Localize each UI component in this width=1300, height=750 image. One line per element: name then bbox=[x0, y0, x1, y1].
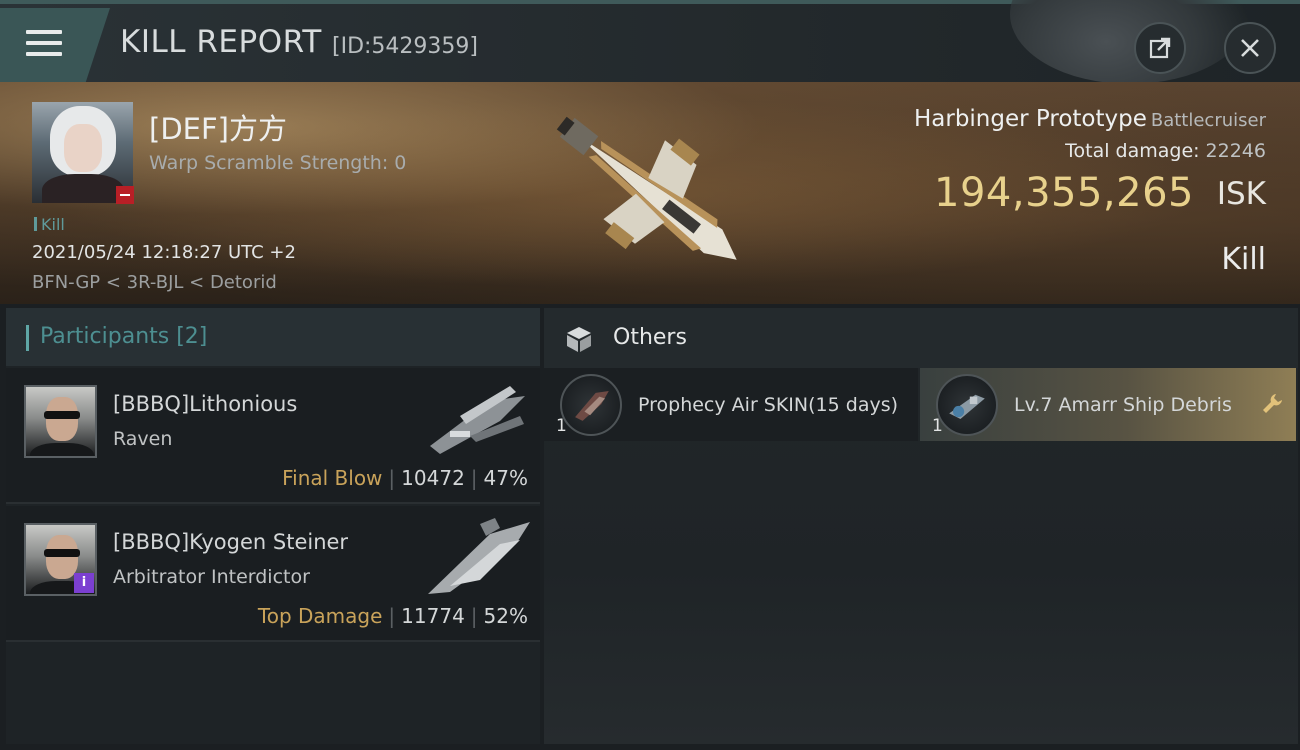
menu-button[interactable] bbox=[0, 8, 110, 82]
page-title: KILL REPORT bbox=[120, 24, 322, 60]
info-badge: i bbox=[74, 573, 94, 593]
participants-panel: Participants [2] [BBBQ]Lithonious Raven … bbox=[6, 308, 540, 744]
participant-percent: 52% bbox=[483, 604, 528, 628]
wrench-icon[interactable] bbox=[1260, 392, 1284, 416]
participant-percent: 47% bbox=[483, 466, 528, 490]
kill-type-tag: Kill bbox=[34, 215, 65, 234]
final-blow-tag: Final Blow bbox=[282, 466, 383, 490]
participant-ship: Raven bbox=[113, 428, 173, 450]
planet-decoration bbox=[1010, 0, 1250, 84]
total-damage-value: 22246 bbox=[1205, 140, 1266, 162]
share-button[interactable] bbox=[1134, 22, 1186, 74]
total-damage: Total damage: 22246 bbox=[1065, 140, 1266, 162]
participant-damage: 11774 bbox=[401, 604, 465, 628]
share-icon bbox=[1149, 37, 1171, 59]
isk-value: 194,355,265 bbox=[934, 170, 1194, 216]
report-id: [ID:5429359] bbox=[332, 34, 478, 59]
item-icon bbox=[936, 374, 998, 436]
participant-name: [BBBQ]Kyogen Steiner bbox=[113, 530, 349, 554]
hostile-badge bbox=[116, 186, 134, 204]
others-header: Others bbox=[544, 308, 1298, 368]
participant-row[interactable]: i [BBBQ]Kyogen Steiner Arbitrator Interd… bbox=[6, 506, 540, 642]
item-name: Lv.7 Amarr Ship Debris bbox=[1014, 394, 1232, 416]
avatar[interactable] bbox=[24, 385, 97, 458]
warp-scramble-strength: Warp Scramble Strength: 0 bbox=[149, 152, 407, 174]
participant-name: [BBBQ]Lithonious bbox=[113, 392, 298, 416]
participant-ship-image bbox=[428, 518, 530, 594]
participants-title: Participants [2] bbox=[40, 324, 208, 349]
ship-name-text: Harbinger Prototype bbox=[913, 106, 1147, 132]
item-quantity: 1 bbox=[932, 416, 943, 436]
victim-ship-image bbox=[556, 116, 737, 260]
participant-ship: Arbitrator Interdictor bbox=[113, 566, 310, 588]
victim-ship-name[interactable]: Harbinger Prototype Battlecruiser bbox=[914, 106, 1266, 132]
total-damage-label: Total damage: bbox=[1065, 140, 1200, 162]
box-icon bbox=[567, 327, 591, 352]
item-quantity: 1 bbox=[556, 416, 567, 436]
dropped-item[interactable]: 1 Lv.7 Amarr Ship Debris bbox=[920, 368, 1296, 441]
participant-row[interactable]: [BBBQ]Lithonious Raven Final Blow | 10472 |… bbox=[6, 368, 540, 504]
item-name: Prophecy Air SKIN(15 days) bbox=[638, 394, 899, 416]
result-label: Kill bbox=[1221, 242, 1266, 277]
victim-banner: [DEF]方方 Warp Scramble Strength: 0 Kill 2… bbox=[0, 82, 1300, 304]
participant-stats: Final Blow | 10472 | 47% bbox=[282, 466, 528, 490]
participant-damage: 10472 bbox=[401, 466, 465, 490]
kill-location: BFN-GP < 3R-BJL < Detorid bbox=[32, 272, 277, 293]
participant-ship-image bbox=[430, 386, 525, 454]
close-button[interactable] bbox=[1224, 22, 1276, 74]
participant-stats: Top Damage | 11774 | 52% bbox=[257, 604, 528, 628]
top-bar: KILL REPORT [ID:5429359] bbox=[0, 0, 1300, 84]
ship-class: Battlecruiser bbox=[1150, 110, 1266, 131]
isk-unit: ISK bbox=[1216, 176, 1266, 212]
close-icon bbox=[1241, 39, 1259, 57]
participants-header[interactable]: Participants [2] bbox=[6, 308, 540, 366]
dropped-item[interactable]: 1 Prophecy Air SKIN(15 days) bbox=[544, 368, 918, 441]
menu-icon bbox=[26, 30, 62, 58]
top-damage-tag: Top Damage bbox=[257, 604, 383, 628]
others-panel: Others 1 Prophecy Air SKIN(15 days) 1 Lv… bbox=[544, 308, 1298, 744]
kill-datetime: 2021/05/24 12:18:27 UTC +2 bbox=[32, 242, 296, 263]
victim-name[interactable]: [DEF]方方 bbox=[149, 106, 287, 148]
others-title: Others bbox=[613, 325, 687, 350]
item-icon bbox=[560, 374, 622, 436]
